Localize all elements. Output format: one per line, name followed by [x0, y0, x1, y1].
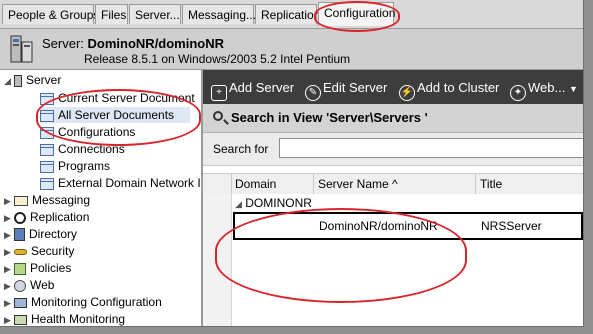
button-label: Web... — [528, 80, 566, 95]
globe-icon — [14, 279, 26, 292]
nav-label: Security — [31, 244, 75, 258]
web-menu-button[interactable]: ✦ Web... ▼ — [510, 78, 578, 101]
collapsed-triangle-icon[interactable]: ▶ — [4, 295, 14, 311]
dropdown-arrow-icon: ▼ — [568, 84, 578, 94]
pencil-icon: ✎ — [305, 85, 321, 101]
collapsed-triangle-icon[interactable]: ▶ — [4, 193, 14, 209]
nav-label: Web — [30, 278, 55, 292]
column-divider — [475, 174, 476, 194]
nav-label: Server — [26, 73, 62, 87]
collapsed-triangle-icon[interactable]: ▶ — [4, 261, 14, 277]
search-view-bar: Search in View 'Server\Servers ' — [203, 104, 583, 133]
document-icon — [40, 143, 54, 156]
nav-section-health-monitoring[interactable]: ▶ Health Monitoring — [4, 311, 125, 326]
add-server-button[interactable]: + Add Server — [211, 78, 295, 101]
annotation-oval-all-server-documents — [36, 89, 201, 146]
nav-section-directory[interactable]: ▶ Directory — [4, 226, 77, 242]
server-release: Release 8.5.1 on Windows/2003 5.2 Intel … — [84, 52, 351, 66]
nav-section-monitoring-configuration[interactable]: ▶ Monitoring Configuration — [4, 294, 162, 310]
document-icon — [40, 177, 54, 190]
health-monitor-icon — [14, 314, 27, 325]
expanded-triangle-icon[interactable]: ◢ — [235, 199, 242, 209]
tab-people-groups[interactable]: People & Groups — [2, 4, 99, 24]
nav-section-messaging[interactable]: ▶ Messaging — [4, 192, 90, 208]
tab-replication[interactable]: Replication — [255, 4, 320, 24]
replication-arrows-icon — [14, 211, 26, 224]
column-header-domain[interactable]: Domain — [235, 177, 276, 191]
tab-bar: People & Groups Files Server... Messagin… — [0, 0, 583, 29]
tab-messaging[interactable]: Messaging... — [182, 4, 256, 24]
add-server-icon: + — [211, 85, 227, 101]
edit-server-button[interactable]: ✎ Edit Server — [305, 78, 388, 101]
server-prefix: Server: — [42, 36, 84, 51]
column-header-server-name[interactable]: Server Name ^ — [318, 177, 398, 191]
cell-title: NRSServer — [481, 219, 542, 233]
category-label: DOMINONR — [245, 196, 312, 210]
server-icon — [14, 74, 22, 87]
add-to-cluster-button[interactable]: ⚡ Add to Cluster — [399, 78, 500, 101]
action-toolbar: + Add Server ✎ Edit Server ⚡ Add to Cluster… — [203, 70, 583, 104]
search-for-label: Search for — [213, 142, 269, 156]
expanded-triangle-icon[interactable]: ◢ — [4, 73, 14, 89]
nav-item-external-domain-network[interactable]: External Domain Network Inf — [40, 175, 203, 191]
server-title: Server: DominoNR/dominoNR — [42, 36, 224, 51]
nav-section-replication[interactable]: ▶ Replication — [4, 209, 89, 225]
nav-label: Directory — [29, 227, 78, 241]
server-name: DominoNR/dominoNR — [87, 36, 225, 51]
collapsed-triangle-icon[interactable]: ▶ — [4, 278, 14, 294]
button-label: Edit Server — [323, 80, 388, 95]
nav-label: Messaging — [32, 193, 91, 207]
collapsed-triangle-icon[interactable]: ▶ — [4, 312, 14, 326]
collapsed-triangle-icon[interactable]: ▶ — [4, 227, 14, 243]
nav-server-root[interactable]: ◢ Server — [4, 72, 61, 88]
web-compass-icon: ✦ — [510, 85, 526, 101]
view-column-header: Domain Server Name ^ Title — [203, 173, 583, 195]
key-icon — [14, 248, 27, 255]
column-divider — [313, 174, 314, 194]
document-icon — [40, 160, 54, 173]
directory-book-icon — [14, 228, 25, 242]
nav-label: External Domain Network Inf — [58, 176, 203, 190]
magnifier-icon — [213, 111, 223, 121]
envelope-icon — [14, 195, 28, 206]
server-header: Server: DominoNR/dominoNR Release 8.5.1 … — [0, 29, 583, 70]
nav-label: Policies — [30, 261, 72, 275]
nav-section-web[interactable]: ▶ Web — [4, 277, 54, 293]
nav-item-programs[interactable]: Programs — [40, 158, 110, 174]
server-tower-icon — [10, 35, 33, 63]
policy-document-icon — [14, 262, 26, 275]
collapsed-triangle-icon[interactable]: ▶ — [4, 244, 14, 260]
monitor-icon — [14, 297, 27, 308]
annotation-oval-server-row — [215, 208, 467, 303]
nav-label: Programs — [58, 159, 111, 173]
collapsed-triangle-icon[interactable]: ▶ — [4, 210, 14, 226]
column-header-title[interactable]: Title — [480, 177, 502, 191]
search-row: Search for — [203, 133, 583, 166]
nav-label: Health Monitoring — [31, 312, 126, 326]
admin-window: People & Groups Files Server... Messagin… — [0, 0, 584, 327]
search-view-title: Search in View 'Server\Servers ' — [231, 110, 428, 125]
nav-label: Monitoring Configuration — [31, 295, 162, 309]
nav-section-policies[interactable]: ▶ Policies — [4, 260, 71, 276]
button-label: Add to Cluster — [417, 80, 500, 95]
category-row-dominonr[interactable]: ◢ DOMINONR — [235, 196, 312, 210]
tab-server[interactable]: Server... — [129, 4, 181, 24]
search-input[interactable] — [279, 138, 583, 158]
annotation-oval-configuration-tab — [314, 1, 400, 32]
tab-files[interactable]: Files — [95, 4, 128, 24]
nav-label: Replication — [30, 210, 90, 224]
button-label: Add Server — [229, 80, 295, 95]
column-divider — [231, 174, 232, 194]
nav-section-security[interactable]: ▶ Security — [4, 243, 74, 259]
lightning-icon: ⚡ — [399, 85, 415, 101]
